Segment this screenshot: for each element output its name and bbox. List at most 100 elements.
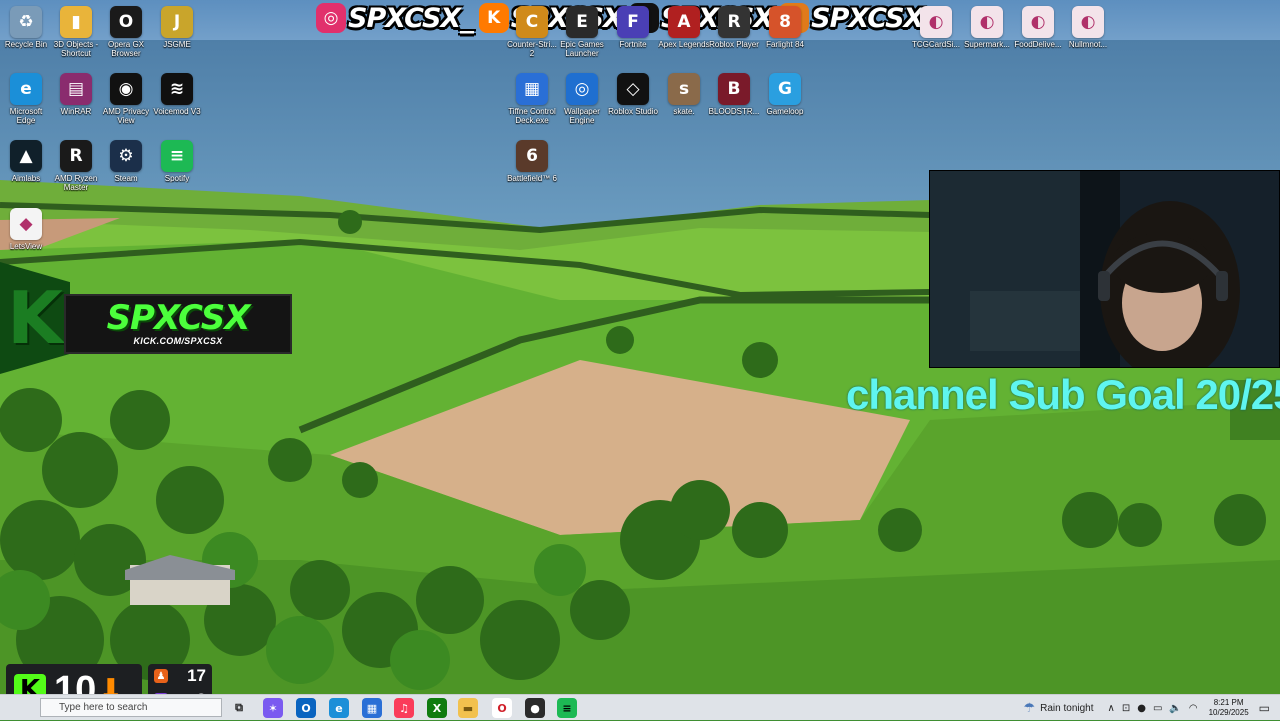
desktop-icon[interactable]: ≡ Spotify (151, 140, 203, 183)
itunes-icon[interactable]: ♫ (394, 698, 414, 718)
steam-icon: ⚙ (110, 140, 142, 172)
desktop-icon-label: AMD Ryzen Master (54, 174, 98, 192)
tray-icons: ∧ ⊡ ● ▭ 🔈 ◠ (1108, 703, 1205, 714)
desktop-icon[interactable]: ♻ Recycle Bin (0, 6, 52, 49)
desktop-icon[interactable]: ▤ WinRAR (50, 73, 102, 116)
person-icon: ♟ (154, 669, 168, 683)
desktop-icon-label: AMD Privacy View (102, 107, 150, 125)
search-placeholder: Type here to search (59, 702, 148, 713)
desktop-icon-label: Recycle Bin (4, 40, 48, 49)
weather-text: Rain tonight (1040, 702, 1094, 714)
taskbar-search-input[interactable]: Type here to search (40, 698, 222, 717)
fortnite-icon: F (617, 6, 649, 38)
xbox-icon[interactable]: X (427, 698, 447, 718)
desktop-icon[interactable]: ▮ 3D Objects - Shortcut (50, 6, 102, 58)
desktop-icon[interactable]: O Opera GX Browser (100, 6, 152, 58)
weather-widget[interactable]: ☂ Rain tonight (1023, 701, 1093, 716)
desktop-icon-label: WinRAR (60, 107, 92, 116)
apex-icon: A (668, 6, 700, 38)
volume-icon[interactable]: 🔈 (1169, 703, 1181, 714)
control-deck-taskbar-icon[interactable]: ▦ (362, 698, 382, 718)
clock[interactable]: 8:21 PM 10/29/2025 (1209, 698, 1249, 718)
rain-cloud-icon: ☂ (1023, 700, 1036, 716)
channel-name: SPXCSX (106, 298, 251, 338)
social-handle: SPXCSX_ (348, 2, 474, 34)
spotify-taskbar-icon[interactable]: ≡ (557, 698, 577, 718)
desktop-icon-label: Opera GX Browser (107, 40, 144, 58)
aimlabs-icon: ▲ (10, 140, 42, 172)
desktop-icon-label: BLOODSTR... (708, 107, 760, 116)
recycle-bin-icon: ♻ (10, 6, 42, 38)
desktop-icon-label: Voicemod V3 (153, 107, 201, 116)
desktop-icon-label: Supermark... (964, 40, 1010, 49)
desktop-icon-label: TCGCardSi... (911, 40, 960, 49)
desktop-icon[interactable]: ◐ Nullmnot... (1062, 6, 1114, 49)
desktop-icon[interactable]: J JSGME (151, 6, 203, 49)
file-explorer-icon[interactable]: ▬ (458, 698, 478, 718)
desktop-icon-label: Steam (114, 174, 138, 183)
desktop-icon[interactable]: s skate. (658, 73, 710, 116)
desktop-icon[interactable]: C Counter-Stri... 2 (506, 6, 558, 58)
desktop-icon[interactable]: ◐ Supermark... (961, 6, 1013, 49)
followers-count: 17 (187, 666, 206, 685)
desktop-icon[interactable]: 6 Battlefield™ 6 (506, 140, 558, 183)
desktop-icon[interactable]: e Microsoft Edge (0, 73, 52, 125)
desktop-icon[interactable]: F Fortnite (607, 6, 659, 49)
wifi-icon[interactable]: ◠ (1189, 703, 1198, 714)
desktop-icon[interactable]: ⚙ Steam (100, 140, 152, 183)
desktop-icon[interactable]: R AMD Ryzen Master (50, 140, 102, 192)
desktop-icon-label: Nullmnot... (1068, 40, 1108, 49)
taskbar: Type here to search ⧉ ✶ Oe ▦ ♫ X ▬ O ● ≡ ☂ Rain t… (0, 694, 1280, 720)
desktop-icon[interactable]: ▦ Tiffne Control Deck.exe (506, 73, 558, 125)
desktop-icon[interactable]: A Apex Legends (658, 6, 710, 49)
copilot-icon[interactable]: ✶ (263, 698, 283, 718)
obs-icon[interactable]: ● (525, 698, 545, 718)
edge-taskbar-icon[interactable]: e (329, 698, 349, 718)
desktop-icon[interactable]: ◎ Wallpaper Engine (556, 73, 608, 125)
channel-url: KICK.COM/SPXCSX (133, 336, 223, 346)
outlook-icon[interactable]: O (296, 698, 316, 718)
kick-icon: K (478, 3, 509, 33)
desktop-icon[interactable]: 8 Farlight 84 (759, 6, 811, 49)
desktop-icon[interactable]: ◉ AMD Privacy View (100, 73, 152, 125)
skate-icon: s (668, 73, 700, 105)
desktop-icon[interactable]: ◇ Roblox Studio (607, 73, 659, 116)
desktop-icon-label: Battlefield™ 6 (507, 174, 557, 183)
battlefield-icon: 6 (516, 140, 548, 172)
task-view-icon[interactable]: ⧉ (229, 698, 249, 718)
microphone-icon[interactable]: ● (1137, 703, 1146, 714)
chevron-up-icon[interactable]: ∧ (1108, 703, 1115, 714)
desktop-icon-label: Roblox Studio (608, 107, 658, 116)
desktop-icon[interactable]: ≋ Voicemod V3 (151, 73, 203, 116)
usb-icon[interactable]: ⊡ (1122, 703, 1130, 714)
wallpaper-engine-icon: ◎ (566, 73, 598, 105)
food-delivery-icon: ◐ (1022, 6, 1054, 38)
tcg-card-icon: ◐ (920, 6, 952, 38)
opera-taskbar-icon[interactable]: O (492, 698, 512, 718)
desktop-icon[interactable]: R Roblox Player (708, 6, 760, 49)
desktop-icon-label: JSGME (163, 40, 191, 49)
desktop-icon-label: Spotify (164, 174, 190, 183)
desktop-icon-label: Microsoft Edge (9, 107, 43, 125)
network-icon[interactable]: ▭ (1153, 703, 1162, 714)
winrar-icon: ▤ (60, 73, 92, 105)
desktop-icon-label: Epic Games Launcher (560, 40, 604, 58)
desktop-icon[interactable]: G Gameloop (759, 73, 811, 116)
desktop-icon[interactable]: ▲ Aimlabs (0, 140, 52, 183)
desktop-icon[interactable]: B BLOODSTR... (708, 73, 760, 116)
roblox-player-icon: R (718, 6, 750, 38)
desktop-icon-label: LetsView (9, 242, 43, 251)
desktop-icon[interactable]: ◐ FoodDelive... (1012, 6, 1064, 49)
desktop-icon-label: FoodDelive... (1014, 40, 1062, 49)
desktop-icon[interactable]: E Epic Games Launcher (556, 6, 608, 58)
desktop-icon[interactable]: ◐ TCGCardSi... (910, 6, 962, 49)
notification-icon[interactable]: ▭ (1259, 701, 1270, 715)
desktop-icon-label: Wallpaper Engine (564, 107, 600, 125)
desktop-icon[interactable]: ◆ LetsView (0, 208, 52, 251)
jsgme-icon: J (161, 6, 193, 38)
amd-privacy-icon: ◉ (110, 73, 142, 105)
instagram-icon: ◎ (316, 3, 346, 33)
epic-games-icon: E (566, 6, 598, 38)
farlight-icon: 8 (769, 6, 801, 38)
folder-3d-icon: ▮ (60, 6, 92, 38)
